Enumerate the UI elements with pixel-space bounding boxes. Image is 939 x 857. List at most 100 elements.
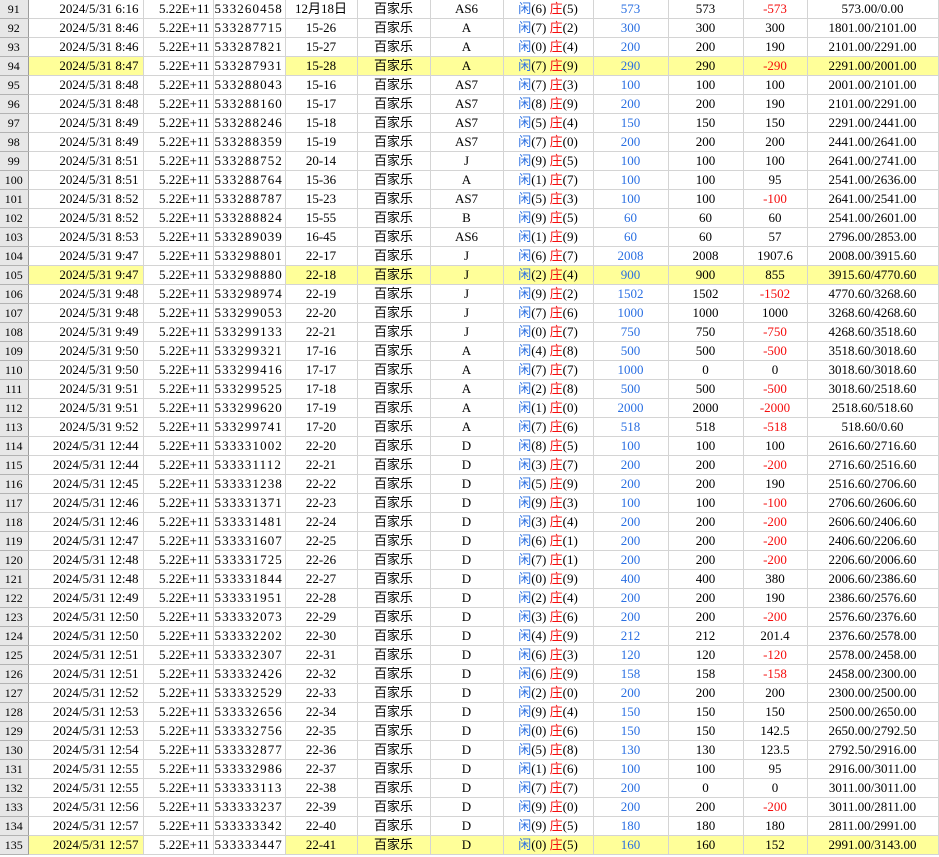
cell-game-name[interactable]: 百家乐 [357,456,430,475]
cell-datetime[interactable]: 2024/5/31 12:51 [28,646,143,665]
cell-order-id[interactable]: 533332656 [213,703,285,722]
cell-win-loss[interactable]: -518 [743,418,807,437]
cell-sci-number[interactable]: 5.22E+11 [143,0,213,19]
cell-balance[interactable]: 4770.60/3268.60 [807,285,938,304]
cell-table-code[interactable]: D [430,684,503,703]
cell-order-id[interactable]: 533288787 [213,190,285,209]
cell-sci-number[interactable]: 5.22E+11 [143,703,213,722]
cell-order-id[interactable]: 533331238 [213,475,285,494]
cell-valid-amount[interactable]: 100 [668,437,743,456]
cell-table-code[interactable]: A [430,342,503,361]
cell-session-code[interactable]: 22-21 [285,456,357,475]
cell-datetime[interactable]: 2024/5/31 8:52 [28,190,143,209]
cell-session-code[interactable]: 22-41 [285,836,357,855]
cell-player-banker-points[interactable]: 闲(6) 庄(5) [503,0,593,19]
cell-player-banker-points[interactable]: 闲(5) 庄(9) [503,475,593,494]
cell-table-code[interactable]: J [430,304,503,323]
cell-table-code[interactable]: D [430,608,503,627]
cell-balance[interactable]: 2101.00/2291.00 [807,95,938,114]
cell-sci-number[interactable]: 5.22E+11 [143,342,213,361]
cell-session-code[interactable]: 22-23 [285,494,357,513]
cell-game-name[interactable]: 百家乐 [357,703,430,722]
cell-player-banker-points[interactable]: 闲(6) 庄(9) [503,665,593,684]
cell-table-code[interactable]: D [430,722,503,741]
cell-sci-number[interactable]: 5.22E+11 [143,627,213,646]
cell-valid-amount[interactable]: 158 [668,665,743,684]
cell-balance[interactable]: 2916.00/3011.00 [807,760,938,779]
cell-sci-number[interactable]: 5.22E+11 [143,190,213,209]
cell-datetime[interactable]: 2024/5/31 12:50 [28,627,143,646]
cell-table-code[interactable]: D [430,817,503,836]
cell-sci-number[interactable]: 5.22E+11 [143,19,213,38]
cell-win-loss[interactable]: 142.5 [743,722,807,741]
cell-session-code[interactable]: 15-17 [285,95,357,114]
cell-sci-number[interactable]: 5.22E+11 [143,209,213,228]
cell-table-code[interactable]: A [430,418,503,437]
cell-datetime[interactable]: 2024/5/31 9:47 [28,247,143,266]
cell-game-name[interactable]: 百家乐 [357,399,430,418]
cell-balance[interactable]: 2706.60/2606.60 [807,494,938,513]
cell-order-id[interactable]: 533299525 [213,380,285,399]
cell-balance[interactable]: 2796.00/2853.00 [807,228,938,247]
cell-datetime[interactable]: 2024/5/31 12:54 [28,741,143,760]
cell-sci-number[interactable]: 5.22E+11 [143,608,213,627]
cell-session-code[interactable]: 17-16 [285,342,357,361]
cell-datetime[interactable]: 2024/5/31 12:52 [28,684,143,703]
cell-player-banker-points[interactable]: 闲(5) 庄(4) [503,114,593,133]
cell-datetime[interactable]: 2024/5/31 12:56 [28,798,143,817]
row-header-cell[interactable]: 105 [0,266,28,285]
row-header-cell[interactable]: 101 [0,190,28,209]
cell-win-loss[interactable]: -200 [743,456,807,475]
cell-player-banker-points[interactable]: 闲(1) 庄(9) [503,228,593,247]
cell-game-name[interactable]: 百家乐 [357,418,430,437]
cell-win-loss[interactable]: -500 [743,342,807,361]
cell-table-code[interactable]: D [430,760,503,779]
cell-datetime[interactable]: 2024/5/31 12:48 [28,570,143,589]
cell-player-banker-points[interactable]: 闲(7) 庄(6) [503,418,593,437]
cell-game-name[interactable]: 百家乐 [357,589,430,608]
cell-balance[interactable]: 3011.00/3011.00 [807,779,938,798]
cell-datetime[interactable]: 2024/5/31 12:55 [28,760,143,779]
cell-player-banker-points[interactable]: 闲(0) 庄(5) [503,836,593,855]
cell-game-name[interactable]: 百家乐 [357,722,430,741]
cell-valid-amount[interactable]: 2008 [668,247,743,266]
cell-player-banker-points[interactable]: 闲(6) 庄(1) [503,532,593,551]
cell-bet-amount[interactable]: 1502 [593,285,668,304]
cell-order-id[interactable]: 533332202 [213,627,285,646]
cell-order-id[interactable]: 533288359 [213,133,285,152]
cell-session-code[interactable]: 22-33 [285,684,357,703]
cell-game-name[interactable]: 百家乐 [357,475,430,494]
cell-valid-amount[interactable]: 2000 [668,399,743,418]
cell-win-loss[interactable]: -750 [743,323,807,342]
cell-win-loss[interactable]: -2000 [743,399,807,418]
cell-order-id[interactable]: 533333342 [213,817,285,836]
row-header-cell[interactable]: 118 [0,513,28,532]
cell-bet-amount[interactable]: 500 [593,380,668,399]
cell-balance[interactable]: 2001.00/2101.00 [807,76,938,95]
cell-session-code[interactable]: 16-45 [285,228,357,247]
cell-table-code[interactable]: D [430,798,503,817]
cell-bet-amount[interactable]: 60 [593,209,668,228]
cell-game-name[interactable]: 百家乐 [357,19,430,38]
cell-game-name[interactable]: 百家乐 [357,95,430,114]
row-header-cell[interactable]: 112 [0,399,28,418]
cell-valid-amount[interactable]: 500 [668,342,743,361]
cell-game-name[interactable]: 百家乐 [357,266,430,285]
cell-game-name[interactable]: 百家乐 [357,570,430,589]
cell-game-name[interactable]: 百家乐 [357,209,430,228]
cell-bet-amount[interactable]: 573 [593,0,668,19]
cell-sci-number[interactable]: 5.22E+11 [143,304,213,323]
cell-game-name[interactable]: 百家乐 [357,361,430,380]
cell-player-banker-points[interactable]: 闲(7) 庄(1) [503,551,593,570]
cell-bet-amount[interactable]: 100 [593,152,668,171]
cell-datetime[interactable]: 2024/5/31 9:52 [28,418,143,437]
cell-sci-number[interactable]: 5.22E+11 [143,722,213,741]
cell-order-id[interactable]: 533260458 [213,0,285,19]
cell-player-banker-points[interactable]: 闲(2) 庄(8) [503,380,593,399]
cell-balance[interactable]: 2406.60/2206.60 [807,532,938,551]
row-header-cell[interactable]: 125 [0,646,28,665]
cell-win-loss[interactable]: -100 [743,190,807,209]
cell-balance[interactable]: 2291.00/2441.00 [807,114,938,133]
cell-valid-amount[interactable]: 200 [668,798,743,817]
cell-datetime[interactable]: 2024/5/31 12:44 [28,456,143,475]
